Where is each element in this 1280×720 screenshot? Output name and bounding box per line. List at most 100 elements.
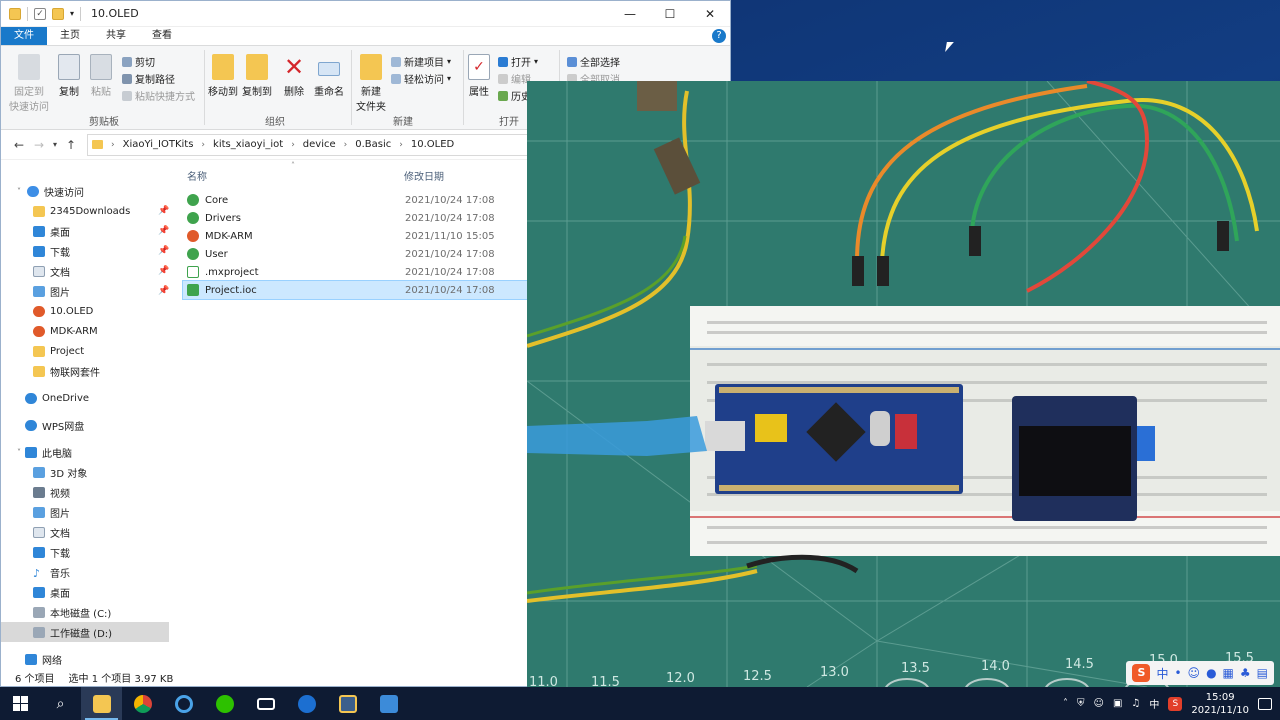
toolbox-icon[interactable]: ▤ <box>1257 666 1268 680</box>
file-row[interactable]: User 2021/10/24 17:08 <box>183 245 533 263</box>
ime-toolbar[interactable]: S 中 • ☺ ● ▦ ♣ ▤ <box>1126 661 1274 685</box>
up-arrow-icon[interactable]: ↑ <box>61 138 81 152</box>
new-folder-quick-icon[interactable] <box>52 7 64 20</box>
properties-quick-icon[interactable]: ✓ <box>34 7 46 20</box>
taskbar-wechat[interactable] <box>204 687 245 720</box>
start-button[interactable] <box>0 687 40 720</box>
nav-item-pictures-pc[interactable]: 图片 <box>1 502 176 522</box>
easy-access-button[interactable]: 轻松访问 ▾ <box>391 71 451 86</box>
nav-onedrive[interactable]: OneDrive <box>1 388 176 408</box>
cube-app-icon <box>338 694 357 713</box>
copy-path-button[interactable]: 复制路径 <box>122 71 175 86</box>
pin-quick-access-button[interactable]: 固定到 快速访问 <box>7 54 51 113</box>
folder-green-icon <box>187 194 199 206</box>
back-arrow-icon[interactable]: ← <box>9 138 29 152</box>
notification-center-icon[interactable] <box>1258 697 1272 710</box>
column-modified-header[interactable]: 修改日期 <box>404 168 444 183</box>
file-row[interactable]: MDK-ARM 2021/11/10 15:05 <box>183 227 533 245</box>
emoji-icon[interactable]: ☺ <box>1188 666 1201 680</box>
file-row[interactable]: .mxproject 2021/10/24 17:08 <box>183 263 533 281</box>
shield-icon[interactable]: ⛨ <box>1077 698 1085 709</box>
recent-locations-chevron-icon[interactable]: ▾ <box>49 140 61 149</box>
nav-item-mdk-arm[interactable]: MDK-ARM <box>1 321 176 341</box>
quick-access-dropdown-icon[interactable]: ▾ <box>70 9 74 18</box>
ime-mode-label[interactable]: 中 <box>1156 665 1168 682</box>
nav-item-drive-c[interactable]: 本地磁盘 (C:) <box>1 602 176 622</box>
nav-network[interactable]: 网络 <box>1 649 176 669</box>
punctuation-icon[interactable]: • <box>1174 666 1181 680</box>
ime-language-indicator[interactable]: 中 <box>1149 696 1159 711</box>
copy-to-button[interactable]: 复制到 <box>241 54 273 98</box>
paste-button[interactable]: 粘贴 <box>87 54 115 98</box>
nav-item-documents[interactable]: 文档 📌 <box>1 261 176 281</box>
taskbar-search-app[interactable] <box>163 687 204 720</box>
column-name-header[interactable]: 名称 <box>187 168 207 183</box>
properties-button[interactable]: ✓ 属性 <box>466 54 492 98</box>
cut-button[interactable]: 剪切 <box>122 54 155 69</box>
nav-item-desktop[interactable]: 桌面 📌 <box>1 221 176 241</box>
edit-icon <box>498 73 508 84</box>
paste-shortcut-button[interactable]: 粘贴快捷方式 <box>122 88 195 103</box>
rename-icon <box>318 62 340 76</box>
file-row[interactable]: Drivers 2021/10/24 17:08 <box>183 209 533 227</box>
delete-button[interactable]: ✕ 删除 <box>281 54 307 98</box>
tab-share[interactable]: 共享 <box>93 27 139 45</box>
breadcrumb-item[interactable]: 0.Basic <box>355 139 391 150</box>
nav-item-videos[interactable]: 视频 <box>1 482 176 502</box>
nav-item-documents-pc[interactable]: 文档 <box>1 522 176 542</box>
file-row-selected[interactable]: Project.ioc 2021/10/24 17:08 <box>182 280 534 300</box>
person-icon[interactable]: ☺ <box>1094 698 1104 709</box>
help-icon[interactable]: ? <box>712 29 726 43</box>
nav-item-10oled[interactable]: 10.OLED <box>1 301 176 321</box>
taskbar-file-explorer[interactable] <box>81 687 122 720</box>
volume-icon[interactable]: ♫ <box>1131 698 1140 709</box>
new-folder-button[interactable]: 新建 文件夹 <box>354 54 388 113</box>
tab-home[interactable]: 主页 <box>47 27 93 45</box>
taskbar-stm32cube[interactable] <box>327 687 368 720</box>
close-button[interactable]: ✕ <box>690 1 730 27</box>
nav-item-drive-d[interactable]: 工作磁盘 (D:) <box>1 622 169 642</box>
breadcrumb-item[interactable]: device <box>303 139 336 150</box>
copy-button[interactable]: 复制 <box>55 54 83 98</box>
nav-item-iot-kit[interactable]: 物联网套件 <box>1 361 176 381</box>
nav-item-downloads[interactable]: 下载 📌 <box>1 241 176 261</box>
taskbar-app-blue[interactable] <box>286 687 327 720</box>
star-icon <box>27 185 39 197</box>
taskbar-chrome[interactable] <box>122 687 163 720</box>
nav-this-pc[interactable]: ˅ 此电脑 <box>1 442 176 462</box>
new-item-button[interactable]: 新建项目 ▾ <box>391 54 451 69</box>
rename-button[interactable]: 重命名 <box>312 54 346 98</box>
taskbar-stm32cubemx[interactable] <box>368 687 409 720</box>
tray-expand-icon[interactable]: ˄ <box>1063 698 1068 709</box>
breadcrumb-item-current[interactable]: 10.OLED <box>411 139 454 150</box>
tab-view[interactable]: 查看 <box>139 27 185 45</box>
file-row[interactable]: Core 2021/10/24 17:08 <box>183 191 533 209</box>
move-to-button[interactable]: 移动到 <box>207 54 239 98</box>
keyboard-icon[interactable]: ▦ <box>1223 666 1234 680</box>
voice-icon[interactable]: ● <box>1206 666 1216 680</box>
network-icon[interactable]: ▣ <box>1113 698 1122 709</box>
sogou-tray-icon[interactable]: S <box>1168 696 1183 711</box>
breadcrumb-item[interactable]: kits_xiaoyi_iot <box>213 139 283 150</box>
nav-item-desktop-pc[interactable]: 桌面 <box>1 582 176 602</box>
clock[interactable]: 15:09 2021/11/10 <box>1191 691 1249 717</box>
nav-quick-access[interactable]: ˅ 快速访问 <box>1 181 176 201</box>
nav-item-pictures[interactable]: 图片 📌 <box>1 281 176 301</box>
nav-wps-drive[interactable]: WPS网盘 <box>1 415 176 435</box>
forward-arrow-icon[interactable]: → <box>29 138 49 152</box>
maximize-button[interactable]: ☐ <box>650 1 690 27</box>
skin-icon[interactable]: ♣ <box>1240 666 1251 680</box>
nav-item-2345downloads[interactable]: 2345Downloads 📌 <box>1 201 176 221</box>
nav-item-downloads-pc[interactable]: 下载 <box>1 542 176 562</box>
pin-icon: 📌 <box>158 206 170 216</box>
nav-item-project[interactable]: Project <box>1 341 176 361</box>
nav-item-3d-objects[interactable]: 3D 对象 <box>1 462 176 482</box>
minimize-button[interactable]: — <box>610 1 650 27</box>
nav-item-music[interactable]: ♪ 音乐 <box>1 562 176 582</box>
taskbar-camera[interactable] <box>245 687 286 720</box>
search-button[interactable]: ⌕ <box>40 687 81 720</box>
tab-file[interactable]: 文件 <box>1 27 47 45</box>
open-button[interactable]: 打开 ▾ <box>498 54 538 69</box>
breadcrumb-item[interactable]: XiaoYi_IOTKits <box>123 139 194 150</box>
select-all-button[interactable]: 全部选择 <box>567 54 620 69</box>
